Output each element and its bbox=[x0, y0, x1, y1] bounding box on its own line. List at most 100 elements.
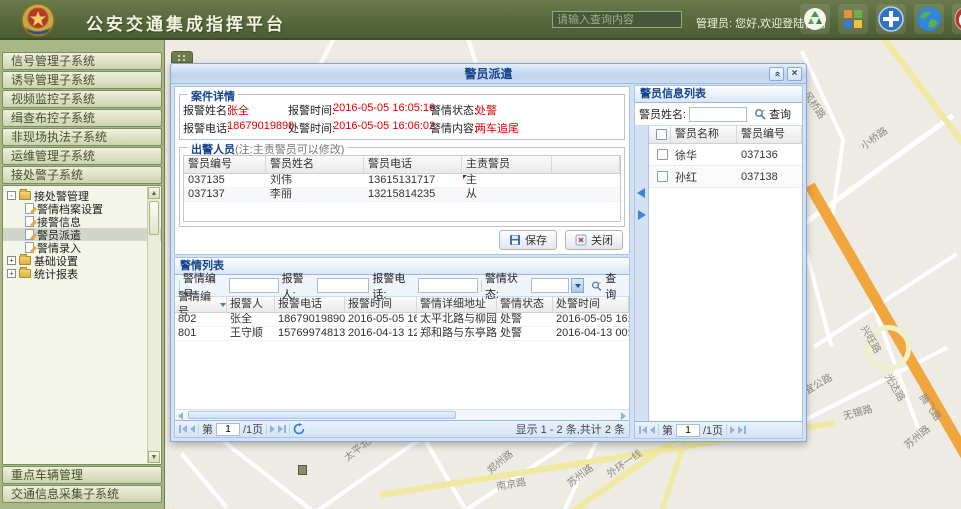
last-page-button[interactable] bbox=[278, 425, 286, 433]
close-button[interactable]: 关闭 bbox=[565, 230, 623, 250]
tree-node-officer-dispatch[interactable]: 警员派遣 bbox=[3, 228, 161, 241]
last-page-button[interactable] bbox=[738, 426, 746, 434]
table-row[interactable]: 徐华 037136 bbox=[649, 144, 802, 166]
panel-title: 警员信息列表 bbox=[635, 86, 802, 103]
row-checkbox[interactable] bbox=[657, 171, 668, 182]
scrollbar-thumb[interactable] bbox=[188, 411, 456, 419]
column-header[interactable]: 处警时间 bbox=[553, 297, 629, 312]
transfer-strip bbox=[635, 126, 649, 421]
sidebar-item-guidance[interactable]: 诱导管理子系统 bbox=[2, 71, 162, 89]
next-page-button[interactable] bbox=[270, 425, 275, 433]
sidebar-item-dispatch-system[interactable]: 接处警子系统 bbox=[2, 166, 162, 184]
tree-node-basic-settings[interactable]: + 基础设置 bbox=[3, 254, 161, 267]
column-header[interactable]: 警情状态 bbox=[497, 297, 553, 312]
field-value: 张全 bbox=[227, 102, 249, 118]
collapse-minus-icon[interactable]: - bbox=[7, 191, 16, 200]
recycle-icon[interactable] bbox=[800, 4, 830, 34]
first-page-button[interactable] bbox=[639, 426, 647, 434]
table-row[interactable]: 801 王守顺 15769974813 2016-04-13 12:... 郑和… bbox=[175, 327, 629, 341]
editable-cell[interactable]: 主 bbox=[462, 174, 552, 187]
document-icon bbox=[25, 203, 34, 214]
caller-input[interactable] bbox=[317, 278, 369, 293]
column-header[interactable]: 警情详细地址 bbox=[417, 297, 497, 312]
column-header[interactable]: 报警人 bbox=[227, 297, 275, 312]
scroll-up-icon[interactable]: ▲ bbox=[148, 187, 160, 199]
page-number-input[interactable] bbox=[216, 423, 240, 436]
move-left-arrow-icon[interactable] bbox=[637, 188, 645, 198]
expand-plus-icon[interactable]: + bbox=[7, 269, 16, 278]
power-icon[interactable] bbox=[952, 4, 961, 34]
table-row[interactable]: 037135 刘伟 13615131717 主 bbox=[184, 174, 620, 188]
column-header-sorted[interactable]: 警情编号 bbox=[175, 297, 227, 312]
sidebar-item-video[interactable]: 视频监控子系统 bbox=[2, 90, 162, 108]
collapse-icon[interactable]: « bbox=[769, 67, 784, 81]
officer-table: 警员名称 警员编号 徐华 037136 孙红 037138 bbox=[649, 126, 802, 421]
sidebar-item-traffic-collection[interactable]: 交通信息采集子系统 bbox=[2, 485, 162, 503]
dialog-title: 警员派遣 bbox=[464, 67, 512, 81]
column-header[interactable]: 报警时间 bbox=[345, 297, 417, 312]
scroll-down-icon[interactable]: ▼ bbox=[148, 451, 160, 463]
case-id-input[interactable] bbox=[229, 278, 279, 293]
global-search-input[interactable] bbox=[552, 11, 682, 28]
grip-dots-icon bbox=[178, 55, 180, 57]
next-page-button[interactable] bbox=[730, 426, 735, 434]
column-header[interactable]: 警员名称 bbox=[671, 126, 737, 143]
prev-page-button[interactable] bbox=[190, 425, 195, 433]
apps-grid-icon[interactable] bbox=[838, 4, 868, 34]
officer-query-button[interactable]: 查询 bbox=[750, 105, 795, 123]
expand-plus-icon[interactable]: + bbox=[7, 256, 16, 265]
field-label: 警情内容: bbox=[430, 120, 477, 136]
tree-node-case-entry[interactable]: 警情录入 bbox=[3, 241, 161, 254]
sidebar-item-offsite[interactable]: 非现场执法子系统 bbox=[2, 128, 162, 146]
column-header[interactable]: 警员编号 bbox=[737, 126, 802, 143]
globe-icon[interactable] bbox=[914, 4, 944, 34]
search-icon bbox=[591, 280, 602, 292]
column-header[interactable]: 警员电话 bbox=[364, 156, 462, 173]
tree-node-statistics[interactable]: + 统计报表 bbox=[3, 267, 161, 280]
panel-collapse-handle[interactable] bbox=[171, 51, 193, 63]
folder-icon bbox=[19, 269, 31, 278]
refresh-icon[interactable] bbox=[293, 423, 305, 435]
dialog-titlebar[interactable]: 警员派遣 « × bbox=[171, 64, 806, 84]
column-header[interactable]: 警员编号 bbox=[184, 156, 266, 173]
save-button[interactable]: 保存 bbox=[499, 230, 557, 250]
editable-cell[interactable]: 从 bbox=[462, 188, 552, 201]
tree-node-archive-settings[interactable]: 警情档案设置 bbox=[3, 202, 161, 215]
prev-page-button[interactable] bbox=[650, 426, 655, 434]
table-row[interactable]: 802 张全 18679019890 2016-05-05 16:... 太平北… bbox=[175, 313, 629, 327]
scroll-left-icon[interactable] bbox=[175, 411, 186, 420]
case-detail-panel: 案件详情 报警姓名: 张全 报警时间: 2016-05-05 16:05:16 … bbox=[174, 86, 630, 255]
move-right-arrow-icon[interactable] bbox=[638, 210, 646, 220]
close-icon[interactable]: × bbox=[787, 67, 802, 81]
officer-dispatch-dialog: 警员派遣 « × 案件详情 报警姓名: 张全 报警时间: 2016-05-05 … bbox=[170, 63, 807, 442]
officer-name-input[interactable] bbox=[689, 107, 747, 122]
tree-scrollbar[interactable]: ▲ ▼ bbox=[147, 187, 160, 463]
case-list-pagination: 第 /1页 显示 1 - 2 条,共计 2 条 bbox=[175, 420, 629, 437]
scroll-right-icon[interactable] bbox=[618, 411, 629, 420]
sidebar-item-investigation[interactable]: 缉查布控子系统 bbox=[2, 109, 162, 127]
status-select[interactable] bbox=[531, 278, 569, 293]
phone-input[interactable] bbox=[418, 278, 478, 293]
scrollbar-thumb[interactable] bbox=[149, 201, 159, 235]
sidebar-item-key-vehicles[interactable]: 重点车辆管理 bbox=[2, 466, 162, 484]
sidebar-accordion: 信号管理子系统 诱导管理子系统 视频监控子系统 缉查布控子系统 非现场执法子系统… bbox=[0, 40, 165, 509]
first-page-button[interactable] bbox=[179, 425, 187, 433]
row-checkbox[interactable] bbox=[657, 149, 668, 160]
select-all-checkbox[interactable] bbox=[649, 126, 671, 143]
sidebar-item-signal[interactable]: 信号管理子系统 bbox=[2, 52, 162, 70]
field-value: 2016-05-05 16:05:16 bbox=[333, 102, 435, 114]
chevron-down-icon[interactable] bbox=[571, 278, 585, 293]
field-label: 警情状态: bbox=[430, 102, 477, 118]
map-road-label: 苏州路 bbox=[900, 421, 933, 452]
column-header[interactable]: 警员姓名 bbox=[266, 156, 364, 173]
horizontal-scrollbar[interactable] bbox=[175, 409, 629, 420]
table-row[interactable]: 037137 李丽 13215814235 从 bbox=[184, 188, 620, 202]
column-header[interactable]: 主责警员 bbox=[462, 156, 552, 173]
add-icon[interactable] bbox=[876, 4, 906, 34]
field-label: 报警姓名: bbox=[183, 102, 230, 118]
table-row[interactable]: 孙红 037138 bbox=[649, 166, 802, 188]
column-header[interactable]: 报警电话 bbox=[275, 297, 345, 312]
sidebar-item-ops[interactable]: 运维管理子系统 bbox=[2, 147, 162, 165]
tree-node-alarm-info[interactable]: 接警信息 bbox=[3, 215, 161, 228]
page-number-input[interactable] bbox=[676, 424, 700, 437]
